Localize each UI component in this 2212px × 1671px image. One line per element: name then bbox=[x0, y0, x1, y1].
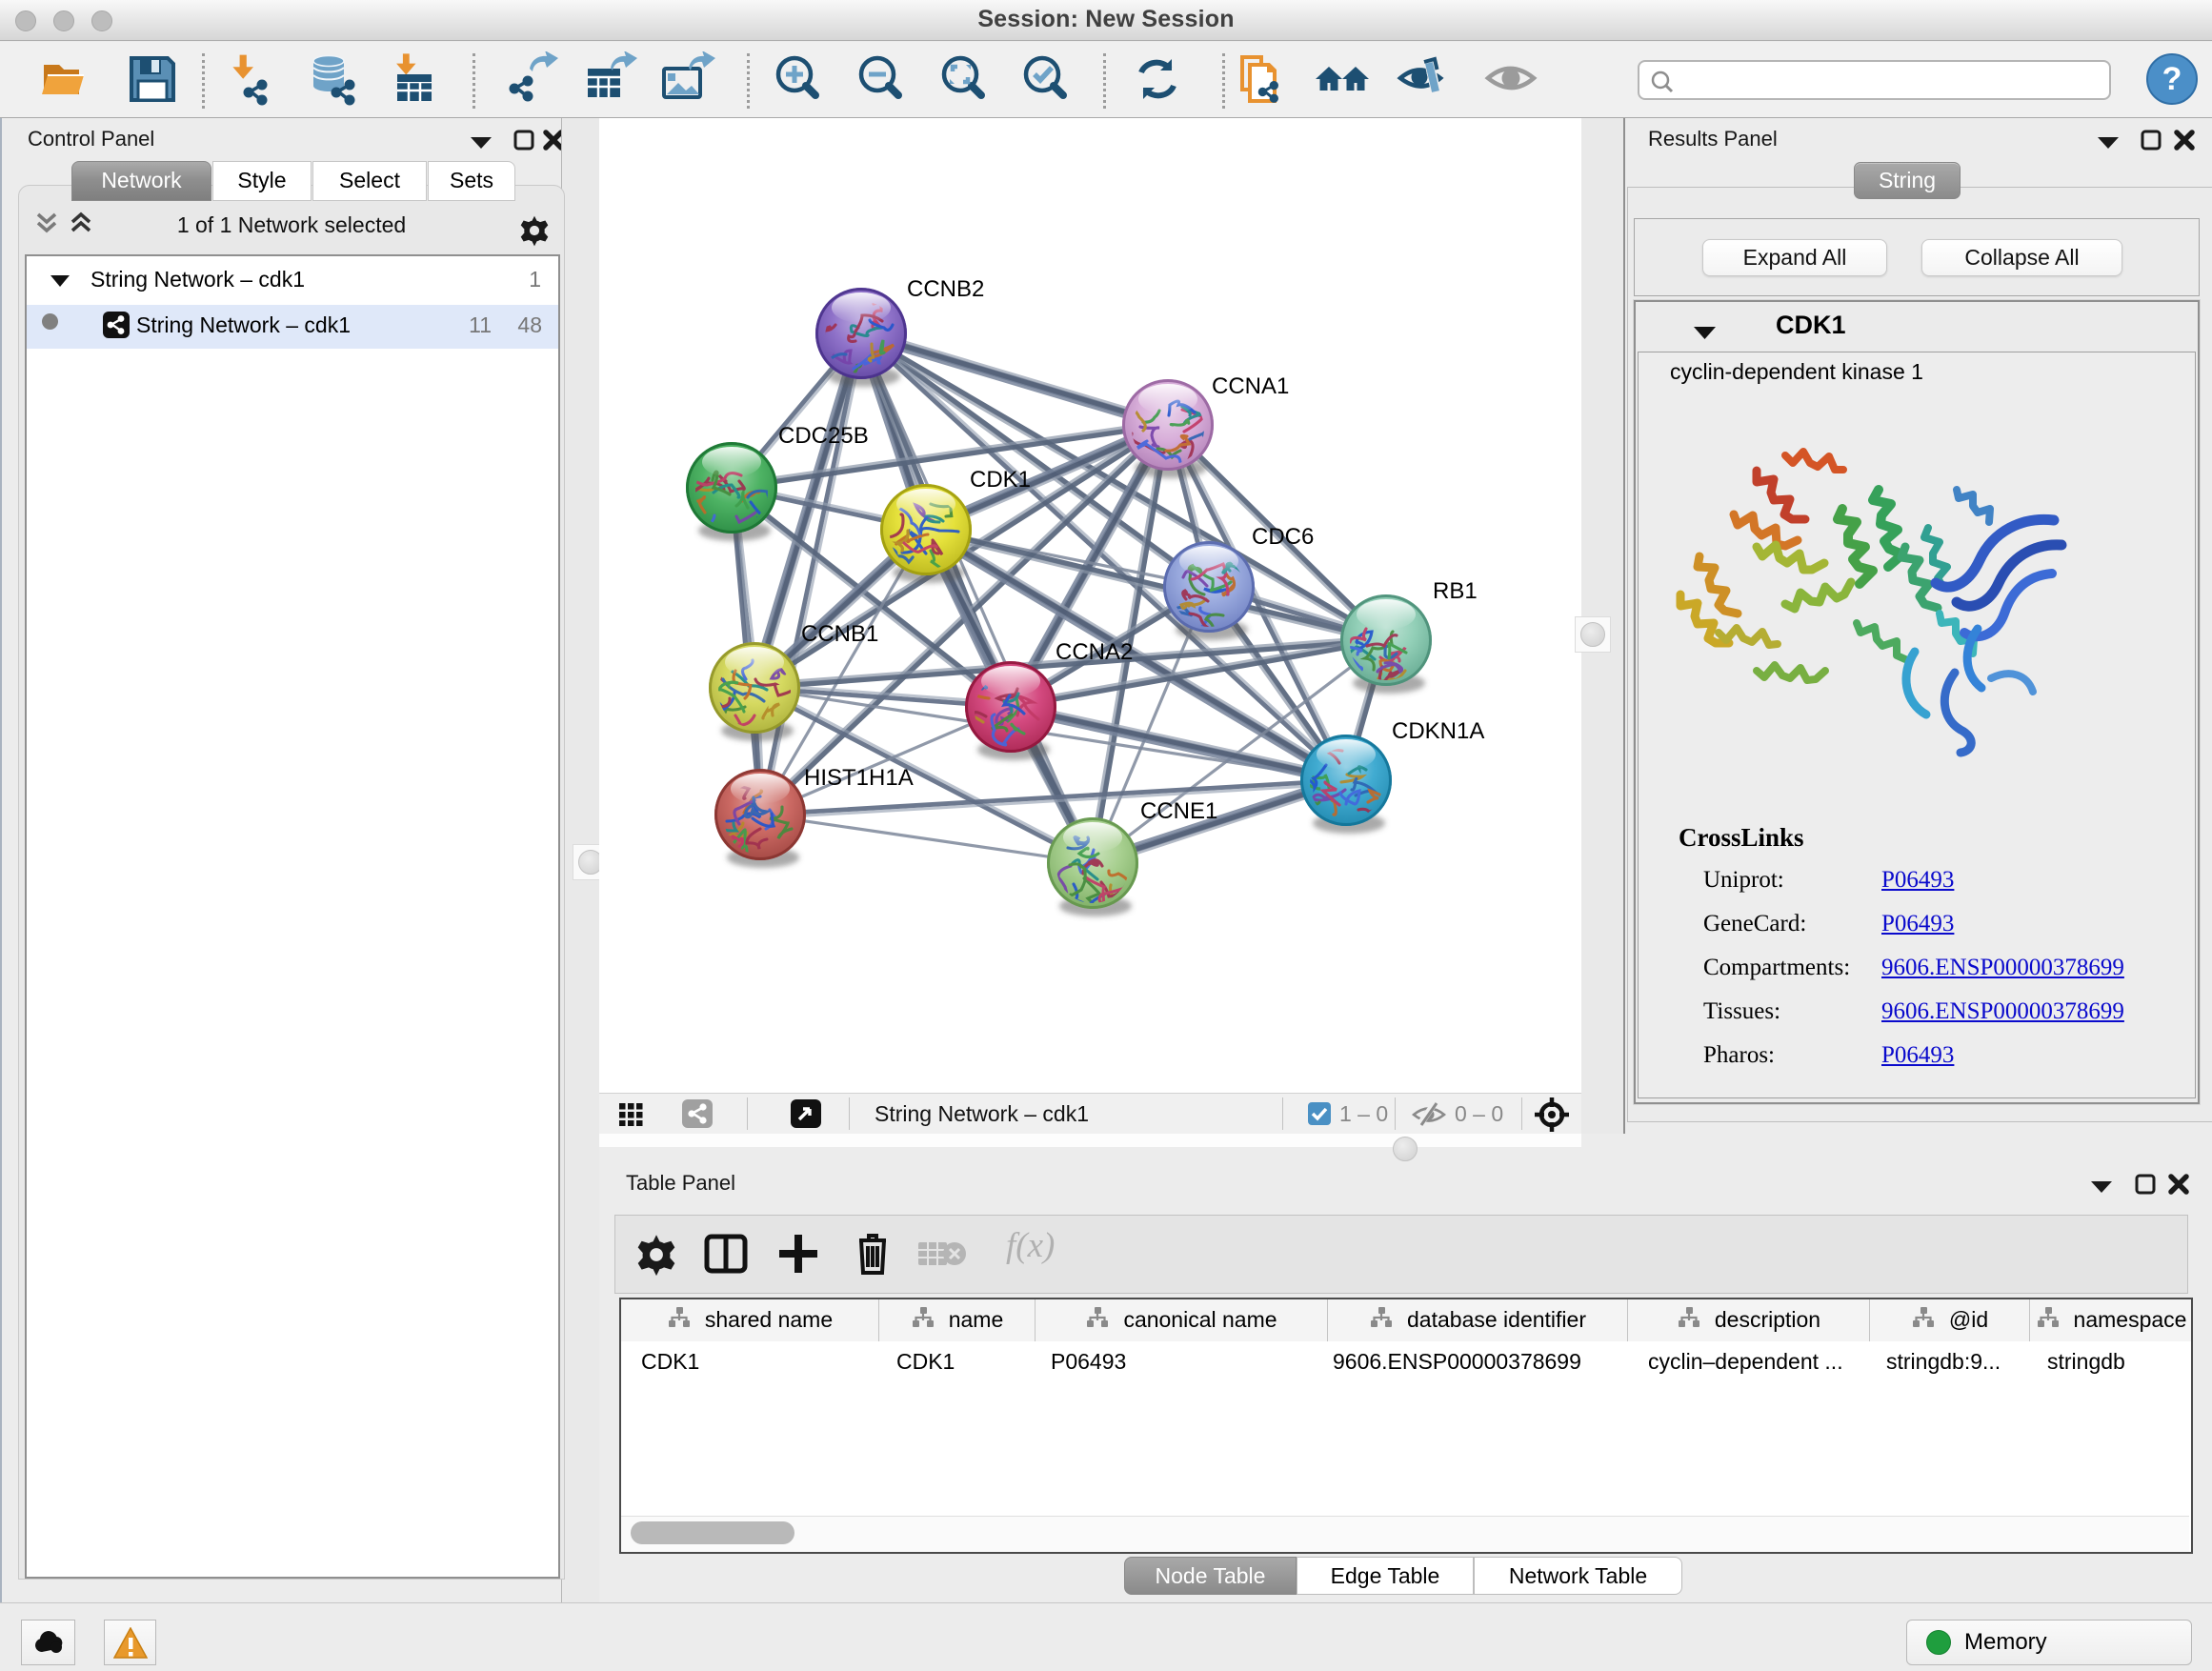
svg-text:CDC25B: CDC25B bbox=[778, 423, 869, 449]
svg-text:CDK1: CDK1 bbox=[970, 467, 1031, 493]
svg-text:CCNE1: CCNE1 bbox=[1140, 798, 1217, 824]
svg-text:CDC6: CDC6 bbox=[1252, 524, 1314, 550]
svg-text:CDKN1A: CDKN1A bbox=[1392, 718, 1484, 744]
svg-text:?: ? bbox=[2162, 61, 2182, 97]
svg-text:CCNA2: CCNA2 bbox=[1056, 639, 1133, 665]
svg-text:CCNB2: CCNB2 bbox=[907, 276, 984, 302]
svg-text:CCNA1: CCNA1 bbox=[1212, 373, 1289, 399]
svg-text:HIST1H1A: HIST1H1A bbox=[804, 765, 914, 791]
svg-text:CCNB1: CCNB1 bbox=[801, 621, 878, 647]
svg-text:RB1: RB1 bbox=[1433, 578, 1478, 604]
